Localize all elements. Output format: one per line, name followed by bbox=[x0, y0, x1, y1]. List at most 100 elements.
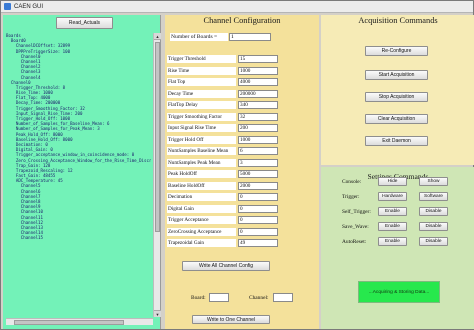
settings-commands-panel: Settings Commands Console: Hide Show Tri… bbox=[321, 167, 474, 329]
config-field-input[interactable]: 200000 bbox=[238, 89, 278, 98]
tree-vertical-scrollbar[interactable]: ▲ ▼ bbox=[153, 33, 161, 317]
config-field-row: NumSamples Peak Mean 3 bbox=[167, 158, 317, 168]
config-field-row: Trigger Threshold 15 bbox=[167, 55, 317, 64]
trigger-software-button[interactable]: Software bbox=[419, 192, 448, 201]
stop-acquisition-button[interactable]: Stop Acquisition bbox=[365, 92, 428, 102]
config-field-label: FlatTop Delay bbox=[167, 101, 236, 109]
config-field-input[interactable]: 49 bbox=[238, 239, 278, 247]
config-field-input[interactable]: 2000 bbox=[238, 181, 278, 190]
config-field-label: Flat Top bbox=[167, 78, 236, 86]
config-field-label: Decimation bbox=[167, 193, 236, 201]
config-field-row: NumSamples Baseline Mean 6 bbox=[167, 147, 317, 156]
config-field-label: Trigger Smoothing Factor bbox=[167, 112, 236, 121]
num-boards-label: Number of Boards = bbox=[170, 33, 228, 41]
config-field-row: Input Signal Rise Time 200 bbox=[167, 124, 317, 133]
config-field-row: Baseline HoldOff 2000 bbox=[167, 181, 317, 191]
config-field-row: Decimation 0 bbox=[167, 193, 317, 202]
trigger-label: Trigger: bbox=[342, 194, 360, 200]
tree-horizontal-scrollbar[interactable] bbox=[6, 318, 153, 325]
config-field-row: FlatTop Delay 340 bbox=[167, 101, 317, 110]
clear-acquisition-button[interactable]: Clear Acquisition bbox=[365, 114, 428, 124]
scroll-down-arrow-icon[interactable]: ▼ bbox=[154, 310, 161, 317]
trigger-hardware-button[interactable]: Hardware bbox=[378, 192, 407, 201]
config-field-label: Digital Gain bbox=[167, 204, 236, 213]
num-boards-input[interactable]: 1 bbox=[229, 33, 271, 41]
channel-config-title: Channel Configuration bbox=[203, 16, 281, 25]
tree-node[interactable]: Trigger_acceptance_window_in_coincidence… bbox=[6, 152, 151, 157]
config-field-label: ZeroCrossing Acceptance bbox=[167, 227, 236, 236]
config-field-row: Rise Time 1000 bbox=[167, 66, 317, 76]
tree-panel: Read_Actuals Boards Board0 ChannelDCOffs… bbox=[3, 15, 161, 329]
config-field-label: Trapezoidal Gain bbox=[167, 239, 236, 247]
self-trigger-label: Self_Trigger: bbox=[342, 209, 371, 215]
settings-tree[interactable]: Boards Board0 ChannelDCOffset: 32899 DPP… bbox=[6, 33, 151, 317]
title-bar: CAEN GUI bbox=[1, 1, 473, 13]
config-field-row: Peak HoldOff 5000 bbox=[167, 170, 317, 179]
config-field-row: ZeroCrossing Acceptance 0 bbox=[167, 227, 317, 237]
config-field-input[interactable]: 15 bbox=[238, 55, 278, 63]
autoreset-enable-button[interactable]: Enable bbox=[378, 237, 407, 246]
acquisition-commands-panel: Acquisition Commands Re-Configure Start … bbox=[321, 15, 474, 165]
tree-node[interactable]: Channel15 bbox=[6, 235, 151, 240]
config-field-input[interactable]: 0 bbox=[238, 216, 278, 224]
acquisition-status-indicator: ...Acquiring & Storing Data... bbox=[358, 281, 440, 303]
config-field-label: NumSamples Baseline Mean bbox=[167, 147, 236, 155]
config-field-label: Decay Time bbox=[167, 89, 236, 98]
config-field-row: Trigger Smoothing Factor 32 bbox=[167, 112, 317, 122]
config-field-input[interactable]: 0 bbox=[238, 193, 278, 201]
config-field-input[interactable]: 0 bbox=[238, 204, 278, 213]
hscroll-thumb[interactable] bbox=[14, 320, 124, 325]
console-hide-button[interactable]: Hide bbox=[378, 177, 407, 186]
config-field-input[interactable]: 5000 bbox=[238, 170, 278, 178]
config-field-label: Input Signal Rise Time bbox=[167, 124, 236, 132]
config-field-label: NumSamples Peak Mean bbox=[167, 158, 236, 167]
config-field-label: Rise Time bbox=[167, 66, 236, 75]
config-field-input[interactable]: 340 bbox=[238, 101, 278, 109]
config-field-input[interactable]: 0 bbox=[238, 227, 278, 236]
config-field-input[interactable]: 6 bbox=[238, 147, 278, 155]
tree-node[interactable]: Zero_Crossing_Acceptance_Window_for_the_… bbox=[6, 158, 151, 163]
console-label: Console: bbox=[342, 179, 362, 185]
channel-input[interactable] bbox=[273, 293, 293, 302]
board-label: Board: bbox=[191, 295, 206, 301]
write-to-one-channel-button[interactable]: Write to One Channel bbox=[192, 315, 270, 324]
config-field-row: Decay Time 200000 bbox=[167, 89, 317, 99]
config-field-row: Flat Top 4000 bbox=[167, 78, 317, 87]
console-show-button[interactable]: Show bbox=[419, 177, 448, 186]
self-trigger-disable-button[interactable]: Disable bbox=[419, 207, 448, 216]
channel-config-panel: Channel Configuration Number of Boards =… bbox=[165, 15, 319, 329]
config-field-label: Trigger Acceptance bbox=[167, 216, 236, 224]
reconfigure-button[interactable]: Re-Configure bbox=[365, 46, 428, 56]
autoreset-label: AutoReset: bbox=[342, 239, 367, 245]
config-field-label: Trigger Threshold bbox=[167, 55, 236, 63]
config-field-input[interactable]: 32 bbox=[238, 112, 278, 121]
scroll-thumb[interactable] bbox=[155, 42, 160, 232]
read-actuals-button[interactable]: Read_Actuals bbox=[56, 17, 113, 29]
board-input[interactable] bbox=[209, 293, 229, 302]
self-trigger-enable-button[interactable]: Enable bbox=[378, 207, 407, 216]
config-field-row: Trigger Hold Off 1000 bbox=[167, 135, 317, 145]
app-window: CAEN GUI Read_Actuals Boards Board0 Chan… bbox=[0, 0, 474, 330]
channel-label: Channel: bbox=[249, 295, 269, 301]
start-acquisition-button[interactable]: Start Acquisition bbox=[365, 70, 428, 80]
app-icon bbox=[4, 3, 11, 10]
config-field-input[interactable]: 4000 bbox=[238, 78, 278, 86]
config-field-label: Peak HoldOff bbox=[167, 170, 236, 178]
exit-daemon-button[interactable]: Exit Daemon bbox=[365, 136, 428, 146]
config-field-row: Digital Gain 0 bbox=[167, 204, 317, 214]
config-field-input[interactable]: 1000 bbox=[238, 66, 278, 75]
config-field-row: Trigger Acceptance 0 bbox=[167, 216, 317, 225]
autoreset-disable-button[interactable]: Disable bbox=[419, 237, 448, 246]
window-title: CAEN GUI bbox=[14, 3, 44, 10]
save-wave-disable-button[interactable]: Disable bbox=[419, 222, 448, 231]
write-all-channel-config-button[interactable]: Write All Channel Config bbox=[182, 261, 270, 271]
save-wave-label: Save_Wave: bbox=[342, 224, 369, 230]
config-field-label: Baseline HoldOff bbox=[167, 181, 236, 190]
config-field-label: Trigger Hold Off bbox=[167, 135, 236, 144]
config-field-input[interactable]: 200 bbox=[238, 124, 278, 132]
save-wave-enable-button[interactable]: Enable bbox=[378, 222, 407, 231]
scroll-up-arrow-icon[interactable]: ▲ bbox=[154, 33, 161, 40]
config-field-input[interactable]: 1000 bbox=[238, 135, 278, 144]
acquisition-commands-title: Acquisition Commands bbox=[358, 16, 438, 25]
config-field-input[interactable]: 3 bbox=[238, 158, 278, 167]
